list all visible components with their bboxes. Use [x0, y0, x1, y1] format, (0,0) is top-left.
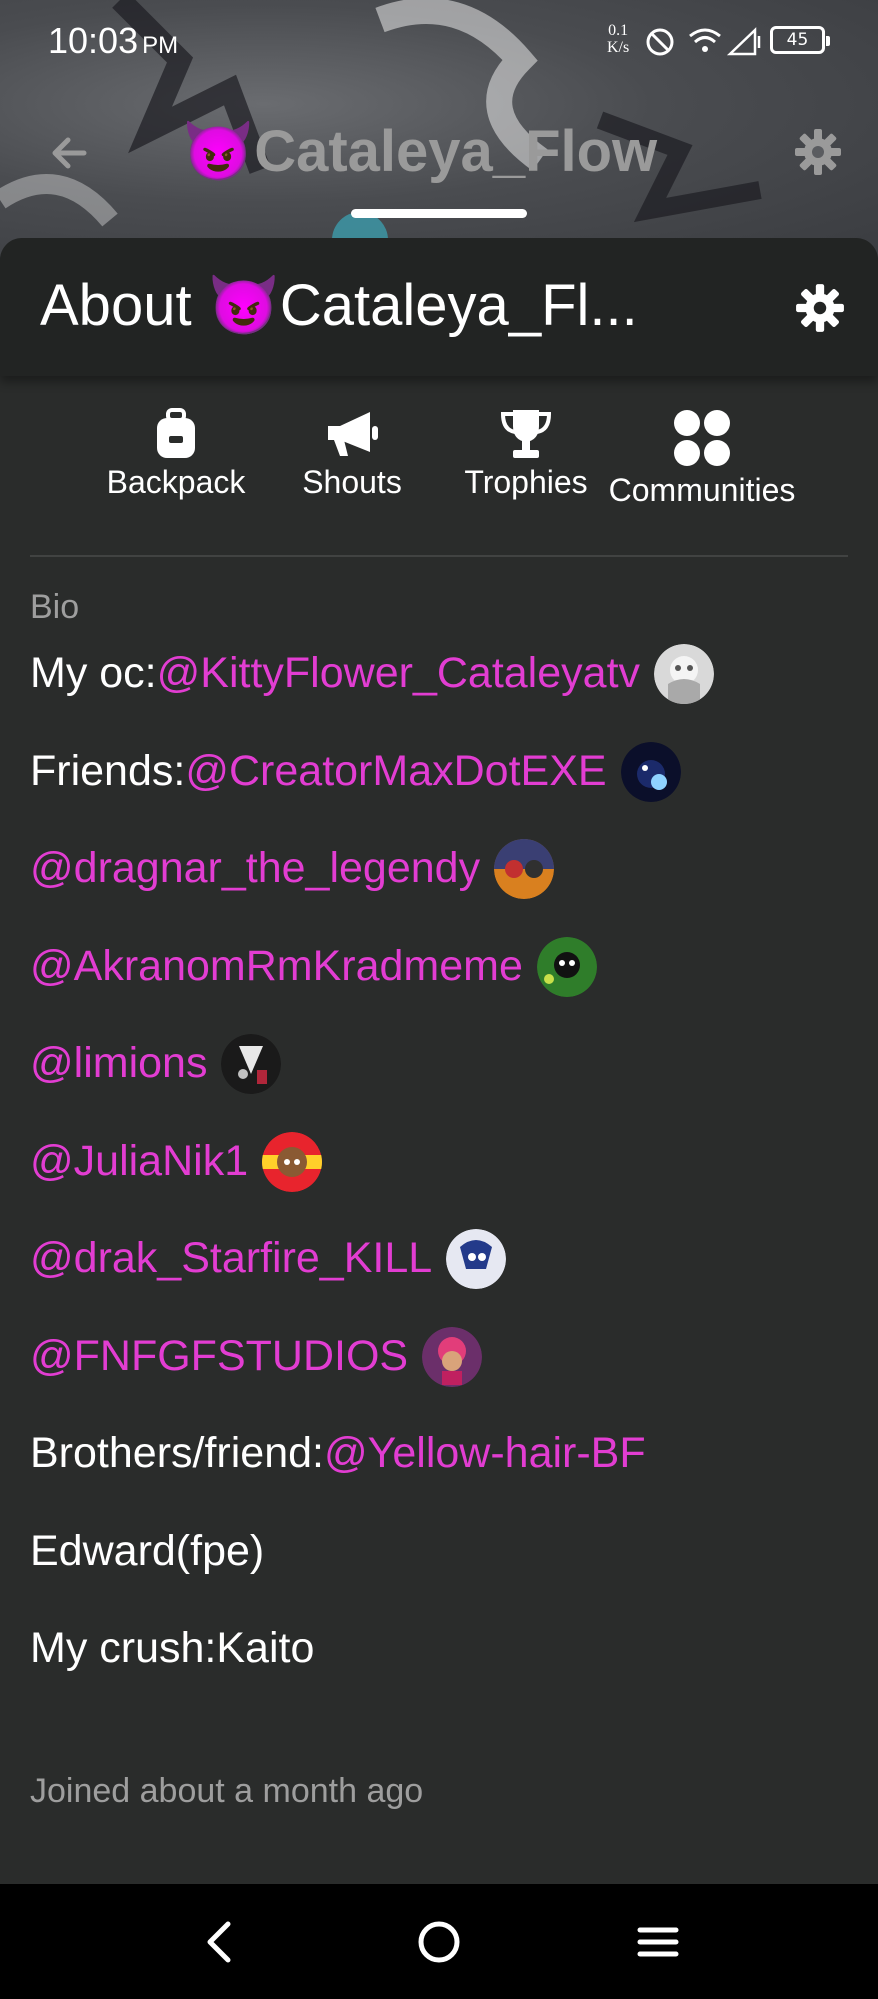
mention-link[interactable]: @CreatorMaxDotEXE: [185, 736, 606, 806]
tab-label: Shouts: [302, 464, 402, 500]
divider: [30, 555, 848, 557]
bio-line: Brothers/friend: @Yellow-hair-BF: [30, 1418, 860, 1516]
user-avatar[interactable]: [620, 741, 681, 802]
system-nav-bar: [0, 1884, 878, 1999]
bio-line: My oc: @KittyFlower_Cataleyatv: [30, 638, 860, 736]
bio-line: @dragnar_the_legendy: [30, 833, 860, 931]
profile-name: 😈Cataleya_Flow: [182, 119, 658, 184]
gear-icon[interactable]: [793, 127, 843, 177]
joined-date: Joined about a month ago: [30, 1772, 424, 1810]
bio-line: @AkranomRmKradmeme: [30, 931, 860, 1029]
settings-gear-icon[interactable]: [794, 282, 846, 334]
wifi-icon: [689, 28, 721, 52]
bio-label: Bio: [30, 588, 80, 626]
sheet-drag-handle[interactable]: [351, 209, 527, 218]
nav-menu-icon[interactable]: [628, 1912, 688, 1972]
nav-home-icon[interactable]: [409, 1912, 469, 1972]
status-bar: 10:03 PM 0.1 K/s 45: [0, 0, 878, 86]
status-icons: [646, 27, 761, 56]
trophy-icon: [500, 410, 552, 458]
tab-communities[interactable]: Communities: [592, 408, 812, 509]
user-avatar[interactable]: [654, 644, 715, 704]
bio-line: @JuliaNik1: [30, 1126, 860, 1224]
mention-link[interactable]: @KittyFlower_Cataleyatv: [157, 638, 640, 708]
mention-link[interactable]: @dragnar_the_legendy: [30, 833, 480, 903]
bio-text: My oc: @KittyFlower_Cataleyatv Friends: @C…: [30, 638, 860, 1711]
tab-label: Backpack: [106, 464, 246, 500]
about-sheet: About 😈Cataleya_Fl... Backpack Shouts Tr…: [0, 238, 878, 1884]
status-time: 10:03 PM: [48, 20, 179, 61]
communities-icon: [674, 410, 730, 466]
mention-link[interactable]: @AkranomRmKradmeme: [30, 931, 523, 1001]
user-avatar[interactable]: [262, 1131, 323, 1192]
mention-link[interactable]: @Yellow-hair-BF: [324, 1418, 646, 1488]
mention-link[interactable]: @JuliaNik1: [30, 1126, 248, 1196]
bio-line: My crush:Kaito: [30, 1624, 315, 1672]
bio-line: Friends: @CreatorMaxDotEXE: [30, 736, 860, 834]
nav-back-icon[interactable]: [190, 1912, 250, 1972]
sheet-header: About 😈Cataleya_Fl...: [0, 238, 878, 376]
user-avatar[interactable]: [221, 1034, 282, 1094]
user-avatar[interactable]: [494, 839, 555, 899]
mention-link[interactable]: @drak_Starfire_KILL: [30, 1223, 432, 1293]
user-avatar[interactable]: [446, 1229, 507, 1289]
bio-line: @FNFGFSTUDIOS: [30, 1321, 860, 1419]
user-avatar[interactable]: [536, 936, 597, 997]
bio-line: @drak_Starfire_KILL: [30, 1223, 860, 1321]
bio-line: @limions: [30, 1028, 860, 1126]
back-arrow-icon[interactable]: [44, 128, 94, 178]
bio-line: Edward(fpe): [30, 1526, 265, 1575]
user-avatar[interactable]: [422, 1326, 483, 1387]
tab-label: Trophies: [464, 464, 588, 500]
backpack-icon: [157, 408, 195, 458]
battery-icon: 45: [770, 26, 830, 54]
tab-trophies[interactable]: Trophies: [446, 408, 606, 501]
tab-backpack[interactable]: Backpack: [96, 408, 256, 501]
do-not-disturb-icon: [646, 28, 674, 56]
network-speed: 0.1 K/s: [607, 22, 630, 56]
tab-label: Communities: [608, 472, 796, 508]
profile-tabs: Backpack Shouts Trophies Communities: [0, 408, 878, 548]
signal-icon: [726, 27, 761, 56]
tab-shouts[interactable]: Shouts: [282, 408, 422, 501]
megaphone-icon: [328, 412, 378, 456]
mention-link[interactable]: @limions: [30, 1028, 207, 1098]
sheet-title: About 😈Cataleya_Fl...: [40, 273, 638, 338]
mention-link[interactable]: @FNFGFSTUDIOS: [30, 1321, 408, 1391]
